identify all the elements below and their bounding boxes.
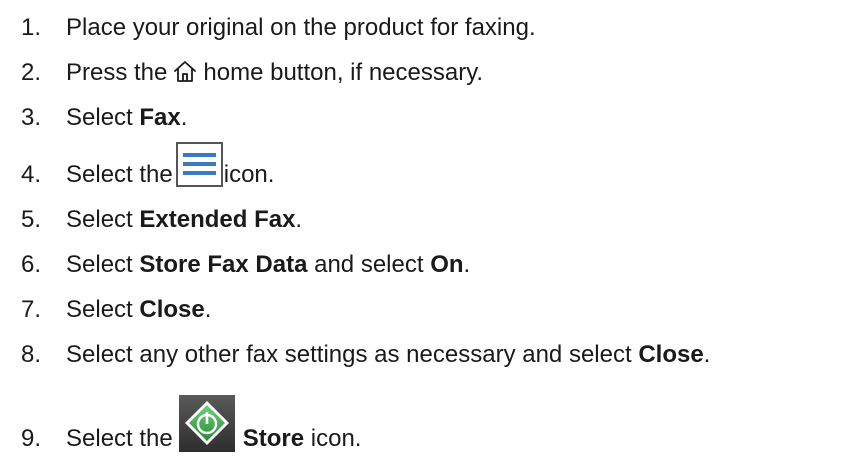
step-text-part: Select the: [66, 425, 173, 452]
step-number: 5.: [21, 206, 42, 233]
step-text: Select any other fax settings as necessa…: [66, 343, 710, 367]
step-number: 4.: [21, 161, 42, 188]
step-text-bold: Close: [638, 341, 704, 368]
step-text-part: .: [703, 341, 711, 368]
step-text-part: .: [295, 206, 303, 233]
step-5: 5. Select Extended Fax.: [0, 204, 848, 232]
step-text-bold: Fax: [139, 104, 181, 131]
step-text-part: icon.: [223, 161, 275, 188]
step-text: Select Store Fax Data and select On.: [66, 253, 470, 277]
step-text-bold: Extended Fax: [139, 206, 296, 233]
step-8: 8. Select any other fax settings as nece…: [0, 339, 848, 367]
step-text-part: .: [204, 296, 212, 323]
step-text-bold: Close: [139, 296, 205, 323]
step-text-part: Press the: [66, 59, 168, 86]
step-7: 7. Select Close.: [0, 294, 848, 322]
start-icon: [178, 395, 235, 452]
step-text-part: Place your original on the product for f…: [66, 14, 536, 41]
menu-icon: [175, 142, 223, 187]
step-text-bold: Store: [242, 425, 305, 452]
step-1: 1. Place your original on the product fo…: [0, 12, 848, 40]
step-number: 2.: [21, 59, 42, 86]
step-text-part: Select any other fax settings as necessa…: [66, 341, 639, 368]
step-text: Select Fax.: [66, 106, 187, 130]
step-number: 9.: [21, 425, 42, 452]
step-number: 1.: [21, 14, 42, 41]
step-text-part: Select: [66, 296, 140, 323]
step-text-part: and select: [307, 251, 431, 278]
step-number: 6.: [21, 251, 42, 278]
step-9: 9. Select the Store icon.: [0, 395, 848, 452]
step-number: 8.: [21, 341, 42, 368]
step-text: Select Extended Fax.: [66, 208, 302, 232]
home-icon: [173, 60, 197, 84]
step-text-part: Select the: [66, 161, 173, 188]
step-text: Place your original on the product for f…: [66, 16, 536, 40]
step-text-part: Select: [66, 251, 140, 278]
step-text-bold: On: [430, 251, 464, 278]
step-text: Select the icon.: [66, 142, 274, 187]
step-text: Press the home button, if necessary.: [66, 60, 483, 85]
step-text-part: Select: [66, 104, 140, 131]
step-text-part: .: [463, 251, 471, 278]
step-3: 3. Select Fax.: [0, 102, 848, 130]
step-6: 6. Select Store Fax Data and select On.: [0, 249, 848, 277]
step-text-part: .: [180, 104, 188, 131]
step-text-part: home button, if necessary.: [203, 59, 484, 86]
step-text: Select the Store icon.: [66, 395, 362, 452]
step-number: 3.: [21, 104, 42, 131]
step-4: 4. Select the icon.: [0, 142, 848, 188]
step-text-part: Select: [66, 206, 140, 233]
step-text-bold: Store Fax Data: [139, 251, 308, 278]
step-text-part: icon.: [304, 425, 362, 452]
step-2: 2. Press the home button, if necessary.: [0, 57, 848, 85]
instruction-steps: 1. Place your original on the product fo…: [0, 0, 848, 461]
step-number: 7.: [21, 296, 42, 323]
step-text: Select Close.: [66, 298, 211, 322]
